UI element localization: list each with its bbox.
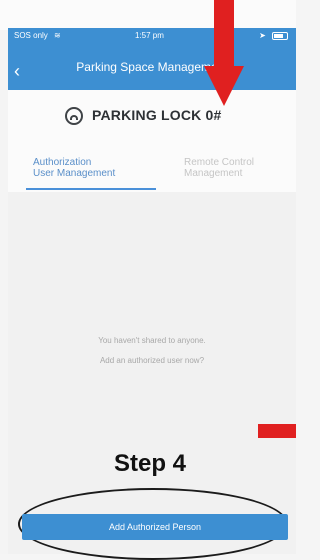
status-right: ➤ <box>259 31 288 40</box>
wifi-icon: ≋ <box>54 31 61 40</box>
status-left: SOS only ≋ <box>14 31 61 40</box>
lock-row: PARKING LOCK 0# <box>8 90 296 150</box>
add-authorized-person-button[interactable]: Add Authorized Person <box>22 514 288 540</box>
tab-label-line2: Management <box>184 168 243 179</box>
tab-authorization-user-management[interactable]: Authorization User Management <box>33 157 115 179</box>
status-bar: SOS only ≋ 1:57 pm ➤ <box>8 30 296 44</box>
red-arrow-stem <box>214 0 234 68</box>
cta-label: Add Authorized Person <box>108 522 202 532</box>
step-annotation: Step 4 <box>114 450 187 477</box>
status-time: 1:57 pm <box>135 31 164 40</box>
empty-state-line1: You haven't shared to anyone. <box>98 336 206 345</box>
active-tab-indicator <box>26 188 156 190</box>
tab-remote-control-management[interactable]: Remote Control Management <box>184 157 254 179</box>
page-title: Parking Space Management <box>76 60 228 74</box>
content-area: You haven't shared to anyone. Add an aut… <box>8 192 296 560</box>
lock-name: PARKING LOCK 0# <box>92 107 222 123</box>
red-highlight-mark <box>258 424 296 438</box>
location-icon: ➤ <box>259 31 266 40</box>
tab-label-line1: Authorization <box>33 157 92 168</box>
tab-label-line2: User Management <box>33 168 116 179</box>
red-arrow-head <box>204 66 244 106</box>
lock-icon <box>65 107 83 125</box>
page: SOS only ≋ 1:57 pm ➤ ‹ Parking Space Man… <box>0 0 296 560</box>
empty-state-line2: Add an authorized user now? <box>99 356 205 365</box>
battery-icon <box>272 31 288 40</box>
app-header: SOS only ≋ 1:57 pm ➤ ‹ Parking Space Man… <box>8 28 296 90</box>
tab-label-line1: Remote Control <box>184 157 255 168</box>
carrier-text: SOS only <box>14 31 48 40</box>
tab-bar: Authorization User Management Remote Con… <box>8 150 296 192</box>
top-margin <box>0 0 296 30</box>
